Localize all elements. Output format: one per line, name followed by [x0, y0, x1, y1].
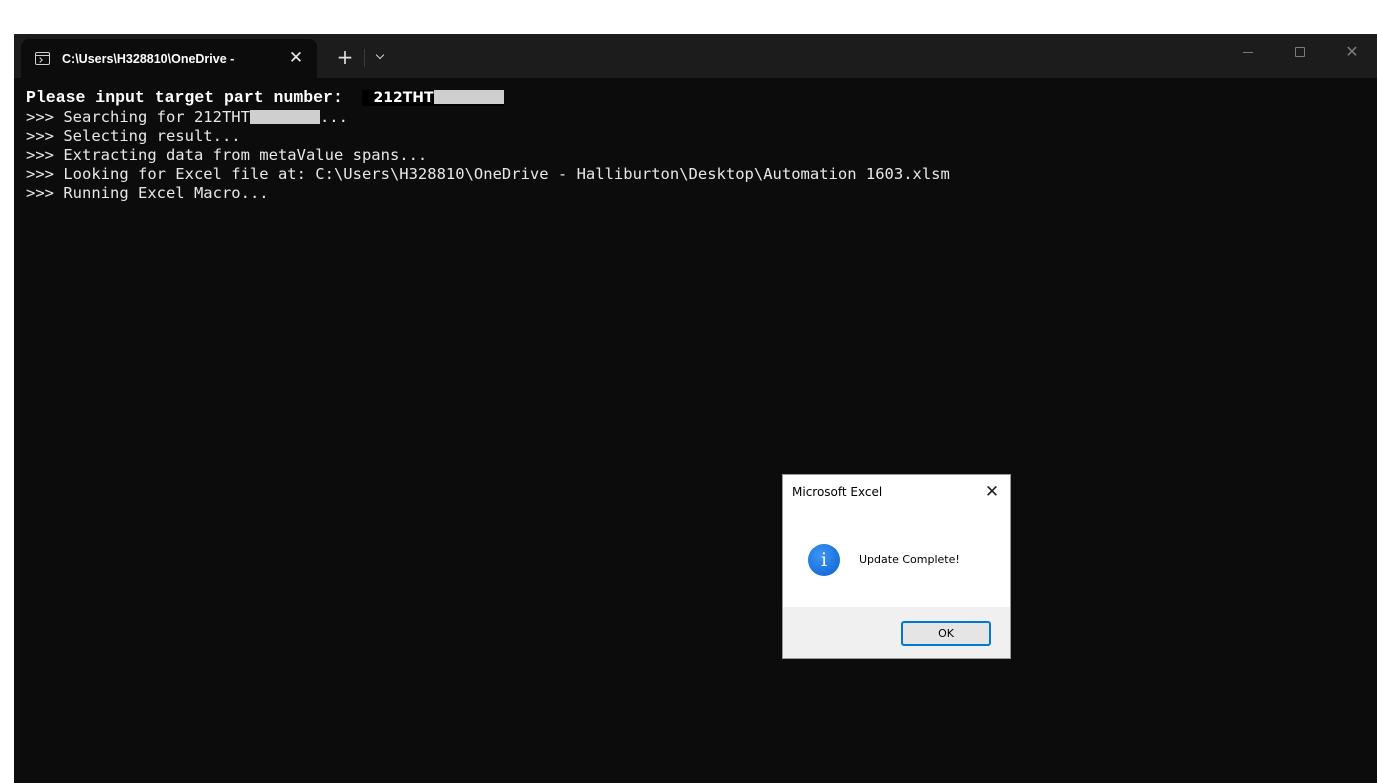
- window-close-button[interactable]: ✕: [1329, 34, 1375, 70]
- terminal-tab[interactable]: C:\Users\H328810\OneDrive - ✕: [21, 39, 317, 78]
- redaction-block: [433, 90, 504, 104]
- tab-close-icon[interactable]: ✕: [285, 47, 307, 69]
- part-number-input[interactable]: 212THT: [361, 90, 504, 106]
- dialog-close-icon[interactable]: ✕: [980, 480, 1004, 504]
- excel-message-dialog: Microsoft Excel ✕ i Update Complete! OK: [782, 474, 1011, 659]
- terminal-window: C:\Users\H328810\OneDrive - ✕ + ✕ Please…: [14, 34, 1377, 783]
- minimize-button[interactable]: [1225, 34, 1271, 70]
- console-icon: [35, 52, 50, 65]
- console-line-text: >>> Searching for 212THT: [26, 108, 250, 126]
- redaction-block: [249, 110, 320, 124]
- console-line: >>> Selecting result...: [26, 127, 241, 145]
- terminal-titlebar: C:\Users\H328810\OneDrive - ✕ + ✕: [14, 34, 1377, 78]
- console-line-suffix: ...: [319, 108, 348, 126]
- prompt-label: Please input target part number:: [26, 88, 343, 107]
- chevron-down-icon[interactable]: [370, 47, 392, 69]
- tab-divider: [364, 49, 365, 67]
- tab-title: C:\Users\H328810\OneDrive -: [62, 51, 235, 66]
- info-icon: i: [808, 544, 840, 576]
- dialog-message: Update Complete!: [859, 553, 960, 566]
- console-line: >>> Running Excel Macro...: [26, 184, 269, 202]
- new-tab-button[interactable]: +: [332, 47, 358, 69]
- dialog-titlebar[interactable]: Microsoft Excel ✕: [783, 475, 1010, 511]
- part-number-value: 212THT: [373, 90, 434, 106]
- prompt-line: Please input target part number: 212THT: [26, 88, 1366, 108]
- dialog-body: i Update Complete!: [783, 511, 1010, 607]
- dialog-title: Microsoft Excel: [792, 485, 883, 499]
- maximize-button[interactable]: [1277, 34, 1323, 70]
- console-line: >>> Searching for 212THT...: [26, 108, 1366, 127]
- console-line: >>> Looking for Excel file at: C:\Users\…: [26, 165, 950, 183]
- console-line: >>> Extracting data from metaValue spans…: [26, 146, 428, 164]
- ok-button[interactable]: OK: [901, 621, 991, 646]
- console-output[interactable]: Please input target part number: 212THT >…: [26, 88, 1366, 203]
